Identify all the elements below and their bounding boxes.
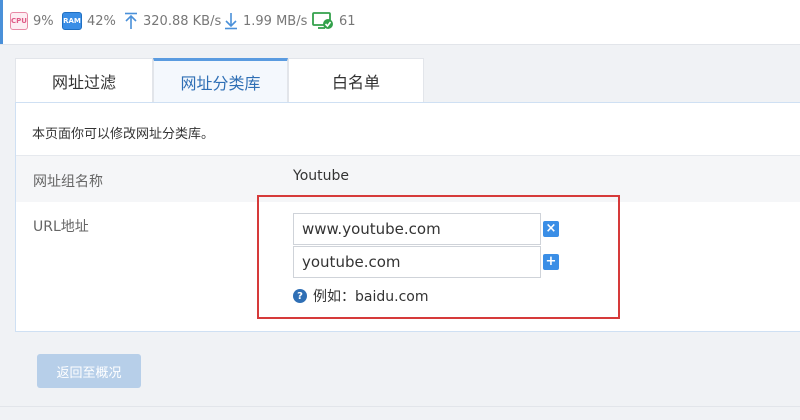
question-circle-icon: ? xyxy=(293,289,307,303)
download-value: 1.99 MB/s xyxy=(243,13,308,29)
category-library-panel: 本页面你可以修改网址分类库。 网址组名称 Youtube URL地址 www.y… xyxy=(15,102,800,332)
remove-url-button[interactable]: × xyxy=(543,221,559,237)
devices-value: 61 xyxy=(339,13,356,29)
upload-arrow-icon xyxy=(124,12,138,30)
ram-value: 42% xyxy=(87,13,116,29)
hint-text: 例如：baidu.com xyxy=(313,289,429,305)
cpu-icon: CPU xyxy=(10,12,28,30)
monitor-check-icon xyxy=(312,12,334,30)
download-stat: 1.99 MB/s xyxy=(224,10,307,32)
group-name-value: Youtube xyxy=(293,168,349,184)
ram-icon: RAM xyxy=(62,12,82,30)
upload-value: 320.88 KB/s xyxy=(143,13,222,29)
add-url-button[interactable]: + xyxy=(543,254,559,270)
cpu-value: 9% xyxy=(33,13,54,29)
group-name-label: 网址组名称 xyxy=(33,174,103,190)
tab-url-category-library[interactable]: 网址分类库 xyxy=(153,58,288,102)
download-arrow-icon xyxy=(224,12,238,30)
url-input-1[interactable]: www.youtube.com xyxy=(293,213,541,245)
status-bar: CPU 9% RAM 42% 320.88 KB/s 1.99 MB/s 61 xyxy=(0,0,800,45)
url-input-2[interactable]: youtube.com xyxy=(293,246,541,278)
ram-stat: RAM 42% xyxy=(62,10,116,32)
url-label: URL地址 xyxy=(33,219,89,235)
panel-description: 本页面你可以修改网址分类库。 xyxy=(32,127,215,142)
devices-stat: 61 xyxy=(312,10,356,32)
back-to-overview-button[interactable]: 返回至概况 xyxy=(37,354,141,388)
tab-whitelist[interactable]: 白名单 xyxy=(288,58,424,102)
tab-url-filter[interactable]: 网址过滤 xyxy=(15,58,153,102)
upload-stat: 320.88 KB/s xyxy=(124,10,221,32)
bottom-divider xyxy=(0,406,800,407)
url-hint: ? 例如：baidu.com xyxy=(293,286,428,306)
cpu-stat: CPU 9% xyxy=(10,10,54,32)
